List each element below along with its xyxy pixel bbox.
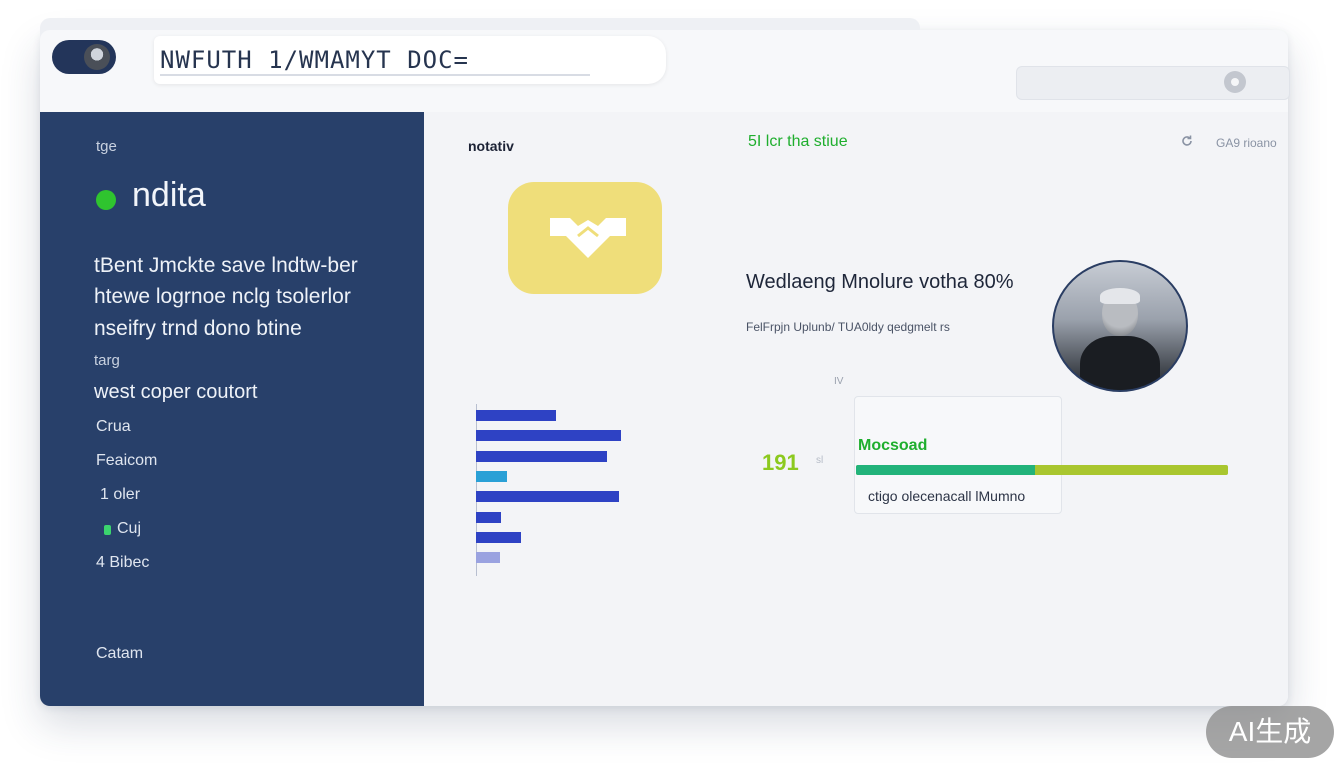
sidebar-item[interactable]: 4 Bibec bbox=[96, 554, 149, 572]
item-marker-icon bbox=[104, 525, 111, 535]
small-marker: IV bbox=[834, 376, 844, 387]
sidebar-item[interactable]: Cuj bbox=[117, 520, 141, 538]
bar-6 bbox=[476, 511, 501, 523]
sidebar-description-line: htewe logrnoe nclg tsolerlor bbox=[94, 285, 351, 308]
sidebar-item[interactable]: Crua bbox=[96, 418, 131, 436]
sidebar-small-label: targ bbox=[94, 352, 120, 369]
sidebar-subheading: west coper coutort bbox=[94, 381, 258, 403]
bar-4 bbox=[476, 470, 507, 482]
card-caption: ctigo olecenacall lMumno bbox=[868, 488, 1026, 504]
user-avatar-icon bbox=[84, 44, 110, 70]
top-right-label[interactable]: GA9 rioano bbox=[1216, 136, 1277, 150]
sidebar-item[interactable]: 1 oler bbox=[100, 486, 140, 504]
profile-avatar[interactable] bbox=[1052, 260, 1188, 392]
sidebar-description-line: nseifry trnd dono btine bbox=[94, 317, 302, 340]
sidebar-description-line: tBent Jmckte save lndtw-ber bbox=[94, 254, 358, 277]
section-title: notativ bbox=[468, 138, 514, 154]
bar-7 bbox=[476, 531, 521, 543]
handshake-icon bbox=[550, 218, 626, 258]
address-bar[interactable] bbox=[1016, 66, 1290, 100]
app-switch-pill[interactable] bbox=[52, 40, 116, 74]
stat-caption: sl bbox=[816, 455, 824, 466]
ai-watermark: AI生成 bbox=[1206, 706, 1334, 758]
subline: FelFrpjn Uplunb/ TUA0ldy qedgmelt rs bbox=[746, 320, 950, 334]
sidebar-heading: ndita bbox=[132, 176, 206, 214]
bar-1 bbox=[476, 410, 556, 421]
refresh-icon[interactable] bbox=[1180, 134, 1194, 148]
headline: Wedlaeng Mnolure votha 80% bbox=[746, 271, 1014, 293]
card-title: Mocsoad bbox=[858, 437, 928, 454]
bar-2 bbox=[476, 430, 621, 442]
sidebar-label-top: tge bbox=[96, 138, 117, 155]
bar-8 bbox=[476, 552, 500, 564]
sidebar-item[interactable]: Feaicom bbox=[96, 452, 157, 470]
stat-value: 191 bbox=[762, 450, 799, 475]
title-divider bbox=[160, 74, 590, 76]
status-link[interactable]: 5I lcr tha stiue bbox=[748, 133, 848, 151]
progress-fill bbox=[856, 465, 1035, 475]
status-dot-icon bbox=[96, 190, 116, 210]
bar-3 bbox=[476, 450, 607, 462]
circle-dot-icon[interactable] bbox=[1224, 71, 1246, 93]
progress-bar bbox=[856, 465, 1228, 475]
window-title: NWFUTH 1/WMAMYT DOC= bbox=[160, 46, 469, 74]
sidebar-footer[interactable]: Catam bbox=[96, 645, 143, 663]
bar-5 bbox=[476, 491, 619, 503]
